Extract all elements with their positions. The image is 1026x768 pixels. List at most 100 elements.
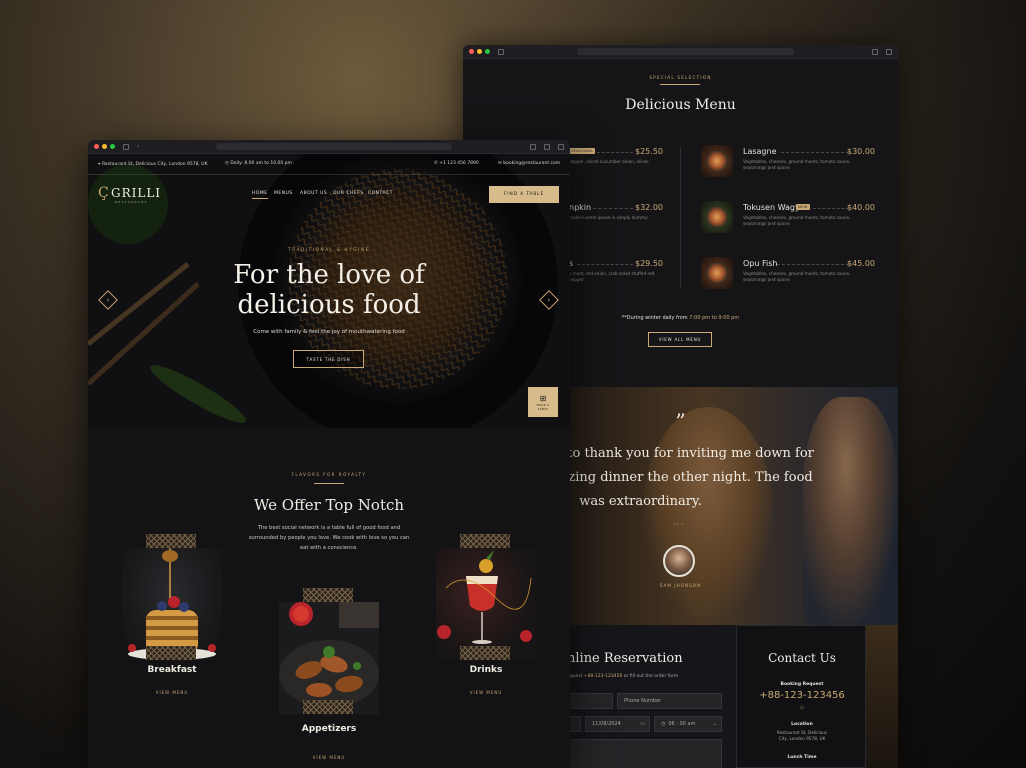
topbar-address: ⌖ Restaurant St, Delicious City, London … (98, 161, 208, 167)
reservation-note: equest +88-123-123456 or fill out the or… (567, 674, 678, 679)
hero-subtitle: Come with family & feel the joy of mouth… (253, 329, 405, 335)
download-icon[interactable] (530, 143, 536, 150)
appetizers-image (279, 602, 379, 714)
menu-item-desc: mpkin Lorem Ipsum is simply dummy (569, 215, 648, 220)
hero-title-line: For the love of (233, 260, 425, 290)
appetizers-view-menu-link[interactable]: VIEW MENU (279, 755, 379, 760)
ornament-icon: ◦◦◦ (673, 521, 684, 528)
category-card-drinks[interactable]: Drinks (436, 534, 536, 676)
maximize-dot-icon[interactable] (110, 144, 115, 149)
back-arrow-icon[interactable]: ‹ (137, 143, 143, 150)
drinks-image (436, 548, 536, 660)
message-field[interactable] (567, 739, 722, 768)
phone-field[interactable]: Phone Number (617, 693, 722, 709)
close-dot-icon[interactable] (469, 49, 474, 54)
hours-from: 7:00 pm (689, 315, 711, 321)
chevron-down-icon: ⌄ (712, 721, 717, 727)
location-label: Location (791, 722, 813, 727)
calendar-icon: ▭ (640, 721, 645, 727)
note-phone: +88-123-123456 (583, 674, 623, 679)
time-field[interactable]: ◷ 06 : 00 am ⌄ (654, 716, 722, 732)
sidebar-icon[interactable] (123, 143, 129, 150)
divider (88, 174, 570, 175)
address-bar[interactable] (216, 143, 452, 150)
nav-home[interactable]: HOME (252, 191, 268, 199)
contact-title: Contact Us (768, 651, 836, 665)
category-title: Appetizers (301, 724, 357, 734)
date-value: 11/08/2024 (592, 721, 621, 727)
share-icon[interactable] (544, 143, 550, 150)
pattern-decoration (460, 646, 510, 660)
new-tab-icon[interactable] (558, 143, 564, 150)
drinks-view-menu-link[interactable]: VIEW MENU (436, 690, 536, 695)
menu-title: Delicious Menu (625, 97, 736, 113)
nav-menus[interactable]: MENUS (274, 191, 293, 196)
menu-item-price: $32.00 (635, 203, 663, 212)
share-icon[interactable] (872, 48, 878, 55)
booking-phone[interactable]: +88-123-123456 (737, 690, 867, 701)
pattern-decoration (303, 588, 353, 602)
nav-contact[interactable]: CONTACT (368, 191, 393, 196)
close-dot-icon[interactable] (94, 144, 99, 149)
nav-about-us[interactable]: ABOUT US (300, 191, 327, 196)
reviewer-avatar (663, 545, 695, 577)
offer-title: We Offer Top Notch (253, 496, 405, 514)
offer-eyebrow: FLAVORS FOR ROYALTY (291, 472, 367, 477)
table-icon: ⊞ (539, 393, 547, 403)
topbar-hours-text: Daily: 8.00 am to 10.00 pm (230, 161, 292, 166)
booking-label: Booking Request (780, 682, 824, 687)
clock-icon: ◷ (661, 721, 666, 727)
hours-to: to 9:00 pm (711, 315, 740, 321)
price-leader (577, 264, 633, 265)
menu-item-price: $45.00 (847, 259, 875, 268)
topbar-email[interactable]: ✉ booking@restaurant.com (498, 161, 560, 166)
category-title: Breakfast (147, 665, 197, 675)
hero-section: ⌖ Restaurant St, Delicious City, London … (88, 154, 570, 428)
category-card-appetizers[interactable]: Appetizers (279, 588, 379, 738)
minimize-dot-icon[interactable] (102, 144, 107, 149)
topbar-email-text: booking@restaurant.com (503, 161, 561, 166)
pancakes-graphic (128, 548, 216, 660)
new-tab-icon[interactable] (886, 48, 892, 55)
menu-item-lasagne[interactable]: Lasagne $30.00 Vegetables, cheeses, grou… (701, 145, 881, 189)
find-table-button[interactable]: FIND A TABLE (489, 186, 559, 203)
taste-dish-button[interactable]: TASTE THE DISH (293, 350, 364, 368)
column-divider (680, 147, 681, 287)
topbar-phone[interactable]: ✆ +1 123 456 7890 (434, 161, 479, 166)
maximize-dot-icon[interactable] (485, 49, 490, 54)
pattern-decoration (146, 534, 196, 548)
menu-item-opu-fish[interactable]: Opu Fish $45.00 Vegetables, cheeses, gro… (701, 257, 881, 301)
chevron-right-icon: › (547, 296, 551, 304)
category-title: Drinks (469, 665, 503, 675)
menu-item-desc: pepper, sliced cucumber onion, olives (569, 159, 649, 164)
clock-icon: ◷ (225, 161, 229, 166)
menu-item-name: Opu Fish (743, 259, 778, 268)
name-field[interactable] (567, 693, 613, 709)
menu-item-tokusen-wagyu[interactable]: Tokusen Wagyu NEW $40.00 Vegetables, che… (701, 201, 881, 245)
divider (314, 483, 344, 484)
topbar-address-text: Restaurant St, Delicious City, London 95… (101, 162, 208, 167)
view-all-menu-button[interactable]: VIEW ALL MENU (648, 332, 712, 347)
price-leader (597, 152, 633, 153)
minimize-dot-icon[interactable] (477, 49, 482, 54)
category-card-breakfast[interactable]: Breakfast (122, 534, 222, 676)
hero-title: For the love of delicious food (88, 260, 570, 320)
side-photo (866, 625, 898, 768)
date-field[interactable]: 11/08/2024 ▭ (585, 716, 650, 732)
brand-name: GRILLI (111, 186, 162, 200)
nav-our-chefs[interactable]: OUR CHEFS (333, 191, 364, 196)
reservation-title: nline Reservation (567, 651, 683, 666)
address-bar[interactable] (577, 48, 794, 55)
browser-chrome: ‹ (88, 140, 570, 154)
book-table-badge[interactable]: ⊞ BOOK A TABLE (528, 387, 558, 417)
menu-item-desc: Vegetables, cheeses, ground meats, tomat… (743, 159, 851, 170)
front-browser-window: ‹ ⌖ Restaurant St, Delicious City, Londo… (88, 140, 570, 768)
phone-icon: ✆ (434, 161, 438, 166)
menu-item-price: $25.50 (635, 147, 663, 156)
breakfast-view-menu-link[interactable]: VIEW MENU (122, 690, 222, 695)
sidebar-icon[interactable] (498, 48, 504, 55)
brand-subtitle: RESTAURANT (115, 200, 148, 204)
seasonal-badge: SEASONAL (569, 148, 596, 154)
hours-prefix: **During winter daily from (621, 315, 688, 321)
pattern-decoration (303, 700, 353, 714)
